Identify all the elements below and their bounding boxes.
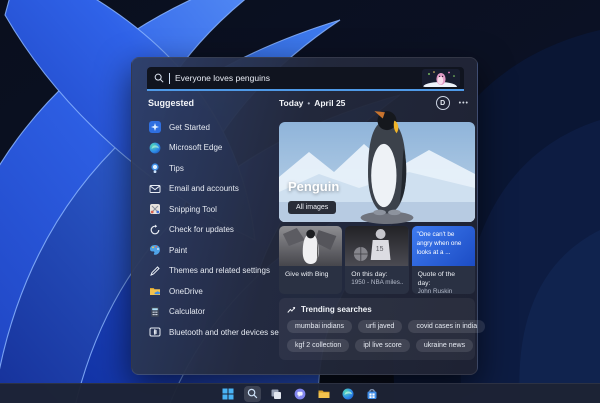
today-date: April 25 (314, 98, 346, 108)
card-caption: Give with Bing (285, 271, 329, 278)
tips-icon (148, 162, 161, 175)
suggested-item-microsoft-edge[interactable]: Microsoft Edge (148, 138, 279, 159)
task-view-button[interactable] (268, 386, 285, 402)
suggested-item-snipping-tool[interactable]: Snipping Tool (148, 199, 279, 220)
suggested-header: Suggested (148, 98, 195, 108)
get-started-icon (148, 121, 161, 134)
microsoft-store-button[interactable] (364, 386, 381, 402)
info-cards-row: Give with Bing 15 On this day: 1950 - NB… (279, 226, 475, 294)
card-give-with-bing[interactable]: Give with Bing (279, 226, 343, 294)
suggested-item-email-and-accounts[interactable]: Email and accounts (148, 179, 279, 200)
trending-pill[interactable]: urfi javed (358, 320, 403, 333)
paint-icon (148, 244, 161, 257)
trending-pill[interactable]: ukraine news (415, 339, 474, 352)
all-images-button[interactable]: All images (288, 201, 337, 214)
search-icon (247, 388, 257, 399)
trending-pill[interactable]: covid cases in india (408, 320, 486, 333)
trending-pill[interactable]: mumbai indians (287, 320, 353, 333)
trending-header: Trending searches (301, 305, 372, 314)
text-caret (169, 72, 170, 84)
file-explorer-icon (318, 390, 330, 398)
suggested-item-bluetooth-devices[interactable]: Bluetooth and other devices sett... (148, 322, 279, 343)
search-input[interactable]: Everyone loves penguins (147, 67, 464, 91)
svg-text:15: 15 (376, 246, 384, 253)
search-query-text: Everyone loves penguins (175, 73, 270, 83)
edge-icon (342, 388, 354, 399)
today-label: Today (279, 98, 304, 108)
suggested-list: Suggested Get Started Microsoft Edge Tip… (132, 91, 279, 374)
suggested-item-paint[interactable]: Paint (148, 240, 279, 261)
chat-button[interactable] (292, 386, 309, 402)
snipping-tool-icon (148, 203, 161, 216)
task-view-icon (271, 389, 281, 399)
bluetooth-icon (148, 326, 161, 339)
give-with-bing-image (279, 226, 343, 266)
file-explorer-button[interactable] (316, 386, 333, 402)
chat-icon (294, 388, 306, 399)
taskbar (0, 383, 600, 403)
store-icon (367, 388, 377, 399)
calculator-icon (148, 305, 161, 318)
card-caption: On this day: 1950 - NBA miles... (351, 271, 403, 287)
today-content: Today • April 25 D ••• Penguin All image… (279, 91, 486, 374)
trending-searches-section: Trending searches mumbai indians urfi ja… (279, 298, 486, 360)
suggested-item-check-for-updates[interactable]: Check for updates (148, 220, 279, 241)
suggested-item-tips[interactable]: Tips (148, 158, 279, 179)
suggested-item-themes-settings[interactable]: Themes and related settings (148, 261, 279, 282)
trending-pill[interactable]: ipl live score (355, 339, 410, 352)
email-icon (148, 182, 161, 195)
search-taskbar-button[interactable] (243, 385, 261, 402)
hero-title: Penguin (288, 179, 340, 194)
suggested-item-get-started[interactable]: Get Started (148, 117, 279, 138)
penguin-easter-egg-illustration (422, 69, 460, 87)
trending-up-icon (287, 306, 296, 313)
more-options-button[interactable]: ••• (459, 100, 469, 107)
on-this-day-image: 15 (345, 226, 409, 266)
windows-logo-icon (222, 388, 234, 399)
flyout-body: Suggested Get Started Microsoft Edge Tip… (132, 91, 486, 374)
start-button[interactable] (220, 386, 237, 402)
penguin-hero-card[interactable]: Penguin All images (279, 111, 475, 224)
search-flyout: Everyone loves penguins Suggested Get St… (131, 57, 486, 375)
themes-icon (148, 264, 161, 277)
suggested-item-onedrive[interactable]: OneDrive (148, 281, 279, 302)
card-quote-of-the-day[interactable]: "One can't be angry when one looks at a … (411, 226, 475, 294)
quote-text: "One can't be angry when one looks at a … (411, 226, 475, 266)
suggested-item-calculator[interactable]: Calculator (148, 302, 279, 323)
search-icon (154, 73, 164, 83)
edge-taskbar-button[interactable] (340, 386, 357, 402)
trending-pill[interactable]: kgf 2 collection (287, 339, 350, 352)
updates-icon (148, 223, 161, 236)
penguin-image (360, 111, 414, 224)
profile-avatar[interactable]: D (435, 96, 450, 110)
edge-icon (148, 141, 161, 154)
card-on-this-day[interactable]: 15 On this day: 1950 - NBA miles... (345, 226, 409, 294)
onedrive-icon (148, 285, 161, 298)
today-separator: • (307, 98, 311, 108)
card-caption: Quote of the day: John Ruskin (417, 271, 456, 294)
